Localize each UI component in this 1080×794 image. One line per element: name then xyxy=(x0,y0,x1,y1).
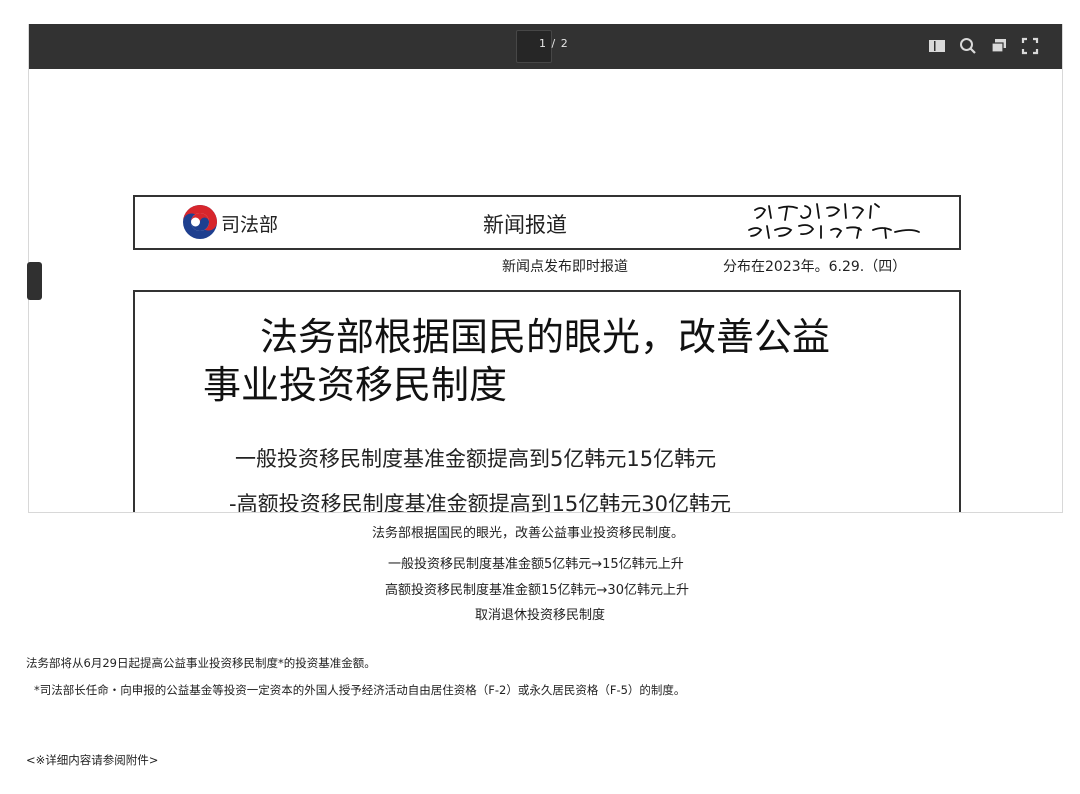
government-logo-icon xyxy=(183,205,217,239)
sidebar-handle[interactable] xyxy=(27,262,42,300)
subtitle-1: 一般投资移民制度基准金额提高到5亿韩元15亿韩元 xyxy=(235,447,717,471)
pdf-viewer: 1 / 2 司法部 新闻报道 新闻点发布即时报道 分布在2023年。6.29.（… xyxy=(28,24,1063,513)
presentation-icon[interactable] xyxy=(990,37,1008,55)
press-release-label: 新闻报道 xyxy=(483,213,567,237)
press-release-header: 司法部 新闻报道 xyxy=(133,195,961,250)
ministry-name: 司法部 xyxy=(221,214,279,236)
subtitle-2: -高额投资移民制度基准金额提高到15亿韩元30亿韩元 xyxy=(229,492,732,513)
summary-headline: 法务部根据国民的眼光，改善公益事业投资移民制度。 xyxy=(372,526,685,541)
body-footnote: *司法部长任命・向申报的公益基金等投资一定资本的外国人授予经济活动自由居住资格（… xyxy=(34,683,686,697)
body-paragraph: 法务部将从6月29日起提高公益事业投资移民制度*的投资基准金额。 xyxy=(26,656,376,670)
release-timing: 新闻点发布即时报道 xyxy=(502,259,628,275)
summary-bullet-1: 一般投资移民制度基准金额5亿韩元→15亿韩元上升 xyxy=(388,557,684,572)
handwritten-slogan xyxy=(748,203,920,239)
search-icon[interactable] xyxy=(959,37,977,55)
fullscreen-icon[interactable] xyxy=(1021,37,1039,55)
release-date: 分布在2023年。6.29.（四） xyxy=(723,259,907,275)
page-indicator: 1 / 2 xyxy=(539,37,569,50)
attachment-note: <※详细内容请参阅附件> xyxy=(26,753,159,767)
document-title-line-1: 法务部根据国民的眼光，改善公益 xyxy=(260,315,831,359)
title-box: 法务部根据国民的眼光，改善公益 事业投资移民制度 一般投资移民制度基准金额提高到… xyxy=(133,290,961,513)
summary-bullet-3: 取消退休投资移民制度 xyxy=(475,608,606,623)
viewer-toolbar: 1 / 2 xyxy=(29,24,1062,69)
sidebar-toggle-icon[interactable] xyxy=(928,37,946,55)
summary-bullet-2: 高额投资移民制度基准金额15亿韩元→30亿韩元上升 xyxy=(385,583,689,598)
document-title-line-2: 事业投资移民制度 xyxy=(203,363,508,407)
